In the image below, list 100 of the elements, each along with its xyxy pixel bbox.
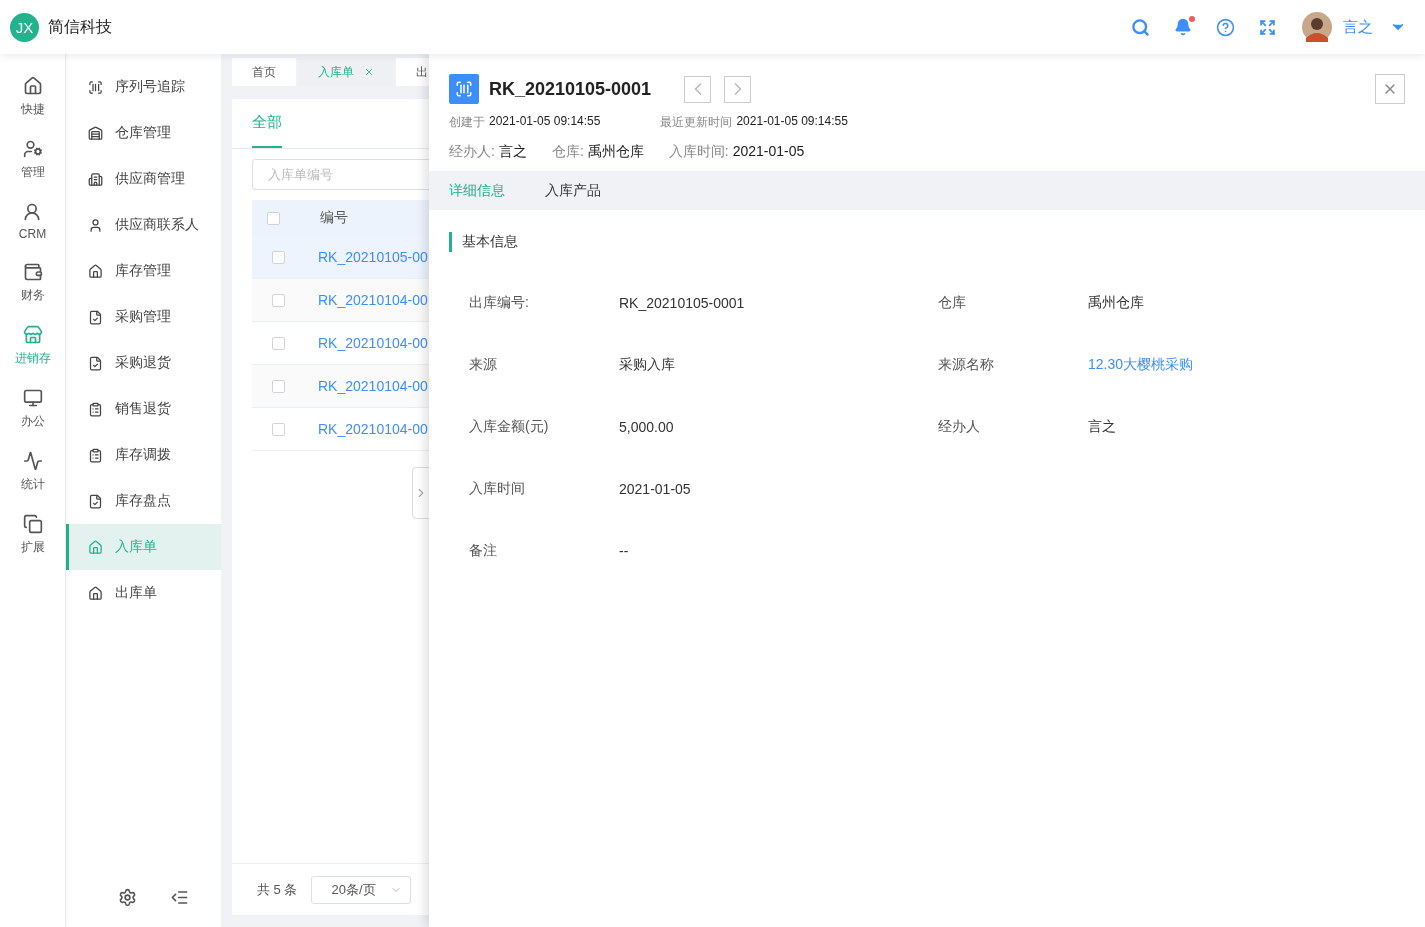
menu-label: 序列号追踪 [115,78,185,96]
summary-label: 仓库: [551,143,584,161]
rail-item[interactable]: 统计 [20,451,45,493]
field-label: 备注 [469,542,498,560]
field-label: 入库时间 [469,480,526,498]
checkbox[interactable] [272,422,285,436]
close-button[interactable] [1375,74,1405,104]
close-icon[interactable] [364,67,374,77]
checkbox[interactable] [267,211,280,225]
rail-item[interactable]: 财务 [20,262,45,304]
field-label: 出库编号: [469,294,530,312]
rail-label: 进销存 [14,350,51,367]
rail-label: CRM [18,227,47,241]
tab-label: 入库单 [318,63,354,81]
checkbox[interactable] [272,336,285,350]
summary-label: 经办人: [449,143,495,161]
menu-label: 采购管理 [115,308,171,326]
expand-handle[interactable] [412,467,429,519]
fullscreen-icon[interactable] [1259,18,1276,36]
field-value: 2021-01-05 [619,481,691,497]
page-tab[interactable]: 出 [396,58,429,86]
barcode-icon [455,80,473,98]
checkbox[interactable] [272,250,285,264]
menu-item[interactable]: 库存调拨 [66,432,221,478]
checkbox[interactable] [272,293,285,307]
menu-item[interactable]: 采购退货 [66,340,221,386]
menu-item[interactable]: 采购管理 [66,294,221,340]
rail-item[interactable]: 快捷 [20,76,45,118]
menu-item[interactable]: 库存盘点 [66,478,221,524]
field-value: 采购入库 [619,356,675,372]
house-icon [88,539,103,555]
summary-label: 入库时间: [668,143,729,161]
next-button[interactable] [724,75,752,103]
page-tab[interactable]: 首页 [232,58,296,86]
field-label: 来源名称 [938,356,995,374]
rail-item[interactable]: 管理 [20,139,45,181]
rail-item[interactable]: 扩展 [20,514,45,556]
building-icon [88,171,103,187]
checkbox[interactable] [272,379,285,393]
field-label: 来源 [469,356,498,374]
rail-item[interactable]: 办公 [20,388,45,430]
field-value: 禹州仓库 [1088,294,1144,310]
collapse-menu-icon[interactable] [170,888,190,907]
windows-icon [22,514,43,534]
menu-item[interactable]: 仓库管理 [66,110,221,156]
summary-value: 禹州仓库 [587,143,644,161]
avatar[interactable] [1302,12,1332,42]
home-icon [22,76,43,96]
menu-item[interactable]: 出库单 [66,570,221,616]
search-icon[interactable] [1131,17,1150,37]
chart-line-icon [22,451,43,471]
field-label: 仓库 [938,294,967,312]
rail-label: 管理 [20,164,45,181]
previous-button[interactable] [684,75,712,103]
summary-value: 言之 [498,143,527,161]
menu-label: 入库单 [115,538,157,556]
meta-label: 最近更新时间 [660,114,733,131]
menu-item[interactable]: 供应商联系人 [66,202,221,248]
rail-item[interactable]: CRM [18,202,47,241]
field-value: 5,000.00 [619,419,674,435]
house-icon [88,263,103,279]
record-title: RK_20210105-0001 [489,78,652,100]
clipboard-icon [88,447,103,463]
menu-label: 销售退货 [115,400,171,418]
warehouse-icon [88,125,103,141]
tab-label: 出 [416,63,428,81]
field-label: 入库金额(元) [469,418,550,436]
monitor-icon [22,388,43,408]
rail-label: 统计 [20,476,45,493]
summary-value: 2021-01-05 [732,143,805,161]
menu-label: 供应商管理 [115,170,185,188]
rail-label: 快捷 [20,101,45,118]
column-header: 编号 [320,209,348,227]
menu-item[interactable]: 库存管理 [66,248,221,294]
detail-tab[interactable]: 入库产品 [545,181,601,200]
document-icon [88,493,103,509]
menu-label: 库存管理 [115,262,171,280]
logo: JX [10,12,39,42]
field-value: 言之 [1088,418,1116,434]
store-icon [22,325,43,345]
menu-item[interactable]: 销售退货 [66,386,221,432]
menu-label: 采购退货 [115,354,171,372]
settings-icon[interactable] [117,888,137,907]
menu-item[interactable]: 序列号追踪 [66,64,221,110]
bell-icon[interactable] [1174,18,1192,36]
brand-name: 简信科技 [48,16,112,37]
clipboard-icon [88,401,103,417]
rail-label: 办公 [20,413,45,430]
menu-label: 出库单 [115,584,157,602]
menu-item[interactable]: 供应商管理 [66,156,221,202]
house-icon [88,585,103,601]
menu-label: 库存盘点 [115,492,171,510]
meta-value: 2021-01-05 09:14:55 [736,114,848,130]
menu-label: 仓库管理 [115,124,171,142]
field-label: 经办人 [938,418,981,436]
rail-label: 扩展 [20,539,45,556]
help-icon[interactable] [1216,17,1235,37]
page-size-select[interactable]: 20条/页 [311,875,412,904]
tab-label: 首页 [252,63,276,81]
menu-label: 供应商联系人 [115,216,199,234]
